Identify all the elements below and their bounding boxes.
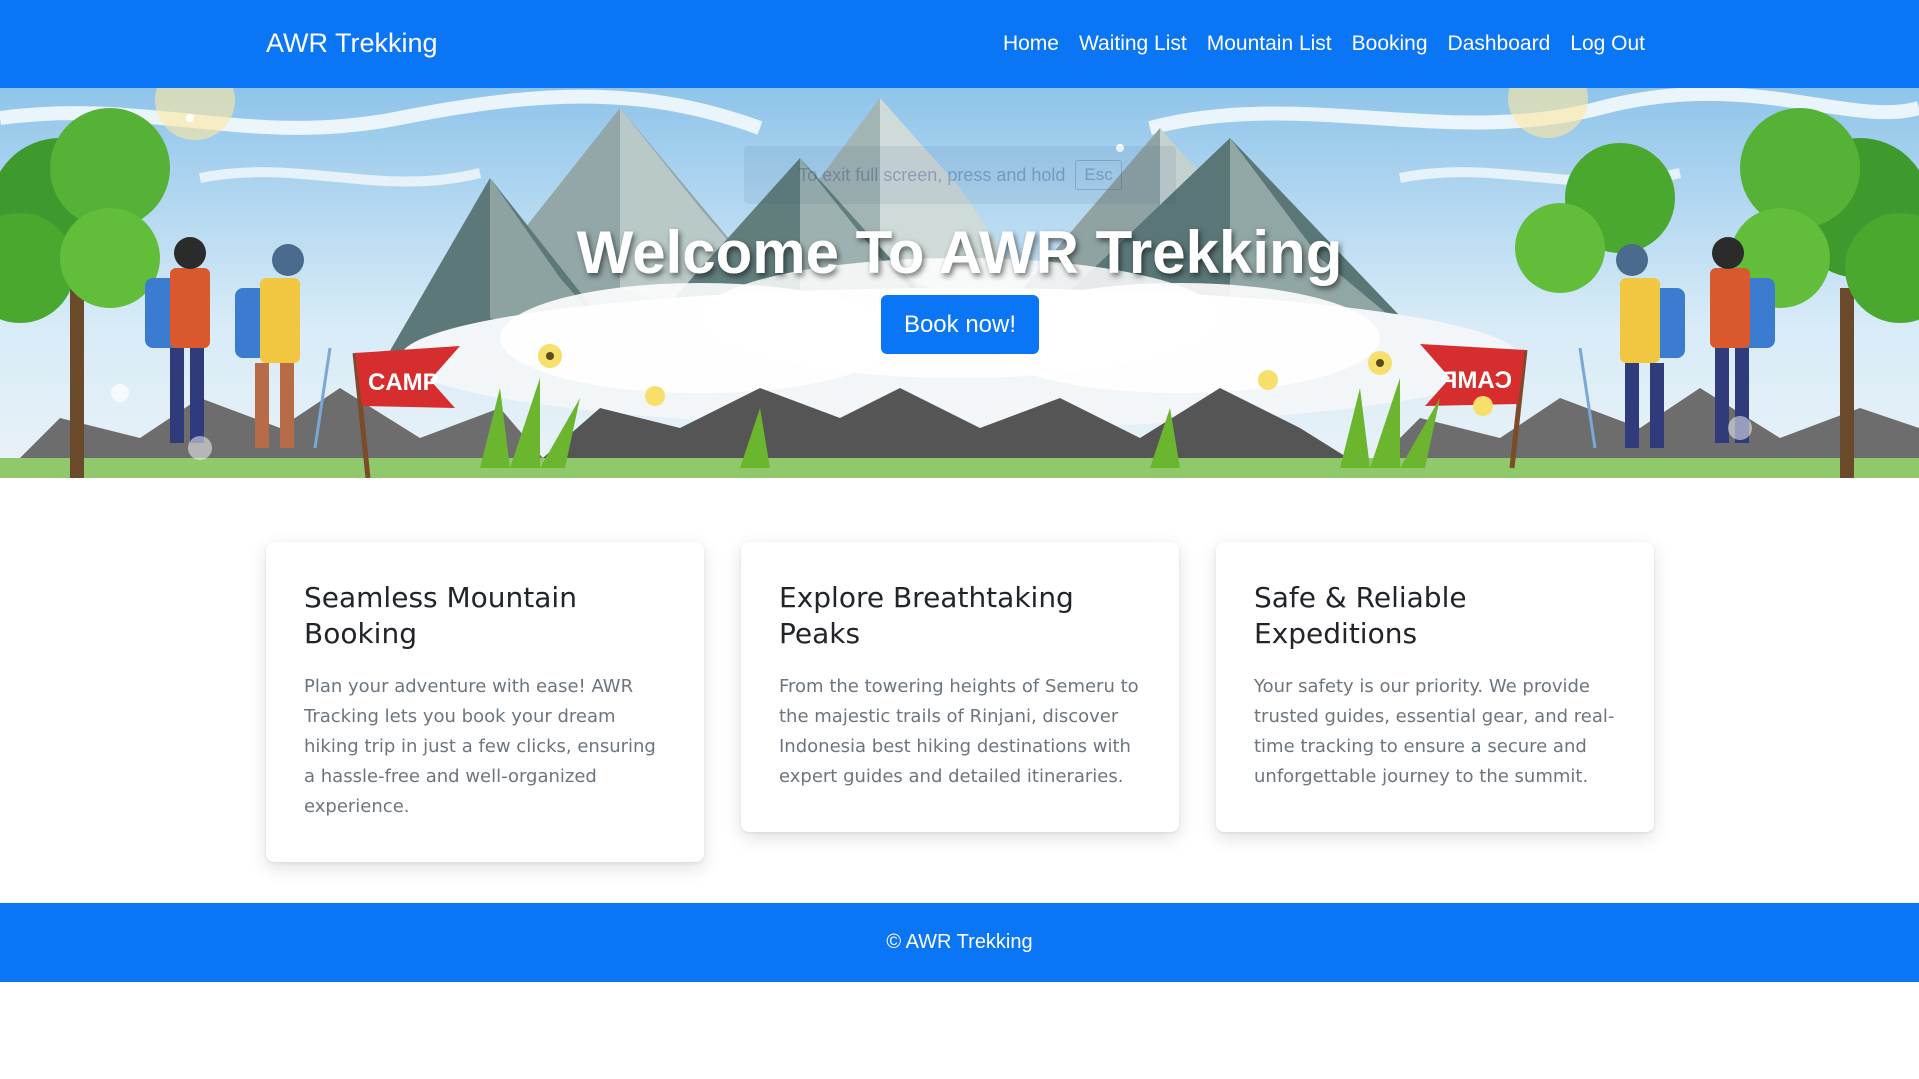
fullscreen-toast-text: To exit full screen, press and hold — [798, 164, 1066, 185]
nav-link-home[interactable]: Home — [1003, 32, 1059, 56]
footer: © AWR Trekking — [0, 903, 1919, 982]
camp-flag-right-text: CAMP — [1441, 367, 1512, 394]
nav-link-waiting-list[interactable]: Waiting List — [1079, 32, 1187, 56]
nav-link-log-out[interactable]: Log Out — [1570, 32, 1645, 56]
nav-link-mountain-list[interactable]: Mountain List — [1207, 32, 1332, 56]
nav-link-booking[interactable]: Booking — [1352, 32, 1428, 56]
feature-card-text: Your safety is our priority. We provide … — [1254, 676, 1615, 787]
fullscreen-toast-key: Esc — [1075, 160, 1122, 190]
feature-card-title: Safe & Reliable Expeditions — [1254, 581, 1467, 650]
feature-card-safety: Safe & Reliable Expeditions Your safety … — [1216, 542, 1654, 832]
footer-copyright: © AWR Trekking — [886, 931, 1033, 953]
feature-card-peaks: Explore Breathtaking Peaks From the towe… — [741, 542, 1179, 832]
feature-card-booking: Seamless Mountain Booking Plan your adve… — [266, 542, 704, 862]
hero-banner: CAMP CAMP To exit full screen, press and… — [0, 88, 1919, 478]
feature-card-title: Seamless Mountain Booking — [304, 581, 577, 650]
camp-flag-left-text: CAMP — [368, 369, 439, 396]
feature-card-text: From the towering heights of Semeru to t… — [779, 676, 1139, 787]
fullscreen-exit-toast: To exit full screen, press and hold Esc — [744, 146, 1176, 204]
nav-links: Home Waiting List Mountain List Booking … — [1003, 32, 1645, 56]
feature-card-text: Plan your adventure with ease! AWR Track… — [304, 676, 656, 817]
hero-title: Welcome To AWR Trekking — [576, 219, 1343, 286]
navbar: AWR Trekking Home Waiting List Mountain … — [0, 0, 1919, 88]
book-now-button[interactable]: Book now! — [881, 295, 1039, 354]
feature-card-title: Explore Breathtaking Peaks — [779, 581, 1074, 650]
nav-link-dashboard[interactable]: Dashboard — [1448, 32, 1551, 56]
brand-link[interactable]: AWR Trekking — [266, 28, 438, 59]
